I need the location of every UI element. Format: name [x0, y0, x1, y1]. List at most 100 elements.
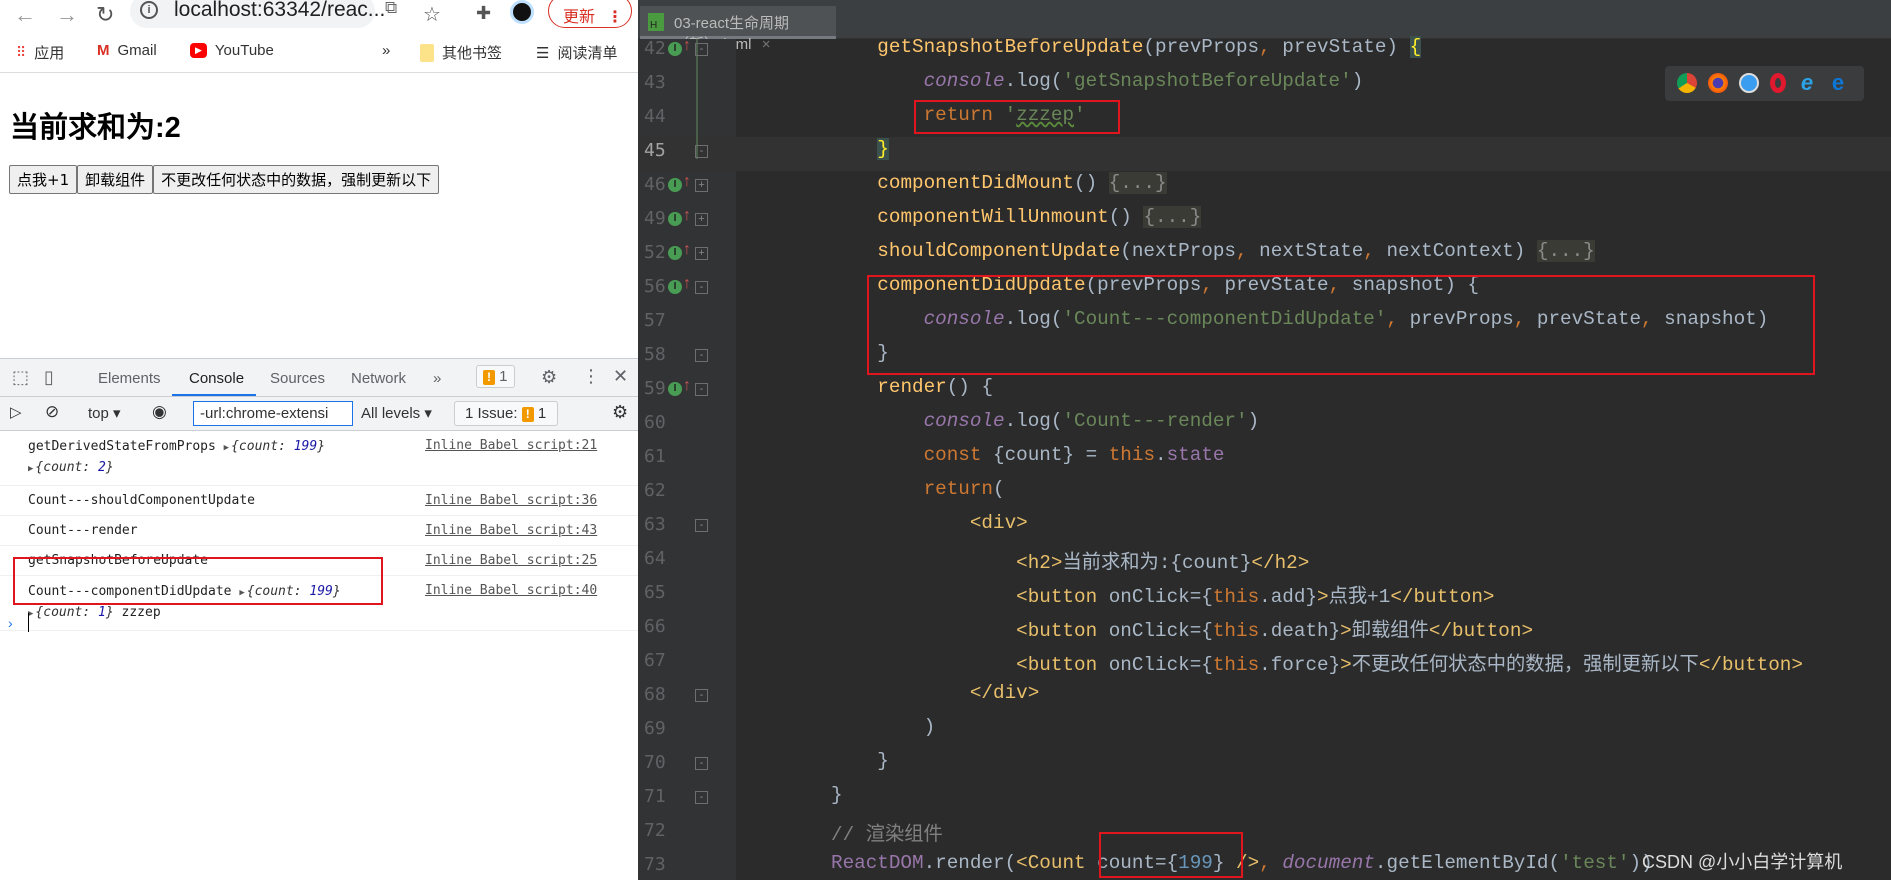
increment-button[interactable]: 点我+1 — [9, 165, 78, 194]
tab-network[interactable]: Network — [351, 370, 406, 387]
device-toggle-icon[interactable]: ▯ — [44, 367, 54, 388]
expand-fold-icon[interactable]: + — [695, 213, 708, 226]
code-line[interactable]: 44 return 'zzzep' — [638, 101, 1891, 135]
tab-sources[interactable]: Sources — [270, 370, 325, 387]
override-arrow-icon[interactable]: ↑ — [683, 377, 691, 395]
code-line[interactable]: 65 <button onClick={this.add}>点我+1</butt… — [638, 577, 1891, 611]
firefox-icon[interactable] — [1708, 73, 1728, 93]
bookmark-apps[interactable]: ⠿ 应用 — [16, 42, 64, 63]
code-line[interactable]: 42 I ↑ - getSnapshotBeforeUpdate(prevProps,… — [638, 33, 1891, 67]
code-line[interactable]: 60 console.log('Count---render') — [638, 407, 1891, 441]
source-link[interactable]: Inline Babel script:21 — [425, 436, 597, 455]
code-line[interactable]: 52 I ↑ + shouldComponentUpdate(nextProps, n… — [638, 237, 1891, 271]
code-line[interactable]: 45 - } — [638, 135, 1891, 169]
tab-elements[interactable]: Elements — [98, 370, 161, 387]
source-link[interactable]: Inline Babel script:40 — [425, 581, 597, 600]
chrome-icon[interactable] — [1677, 73, 1697, 93]
info-icon[interactable]: i — [140, 1, 158, 19]
object-preview[interactable]: ▶ {count: 2} — [28, 460, 114, 475]
implements-gutter-icon[interactable]: I — [668, 42, 682, 56]
override-arrow-icon[interactable]: ↑ — [683, 241, 691, 259]
force-update-button[interactable]: 不更改任何状态中的数据，强制更新以下 — [153, 165, 440, 194]
implements-gutter-icon[interactable]: I — [668, 178, 682, 192]
reading-list[interactable]: ☰ 阅读清单 — [536, 42, 617, 63]
collapse-fold-icon[interactable]: - — [695, 349, 708, 362]
bookmark-youtube[interactable]: ▶ YouTube — [190, 42, 274, 59]
safari-icon[interactable] — [1739, 73, 1759, 93]
console-settings-icon[interactable]: ⚙ — [612, 402, 628, 423]
reload-icon[interactable]: ↻ — [96, 2, 114, 28]
code-line[interactable]: 67 <button onClick={this.force}>不更改任何状态中… — [638, 645, 1891, 679]
code-line[interactable]: 61 const {count} = this.state — [638, 441, 1891, 475]
code-line[interactable]: 72 // 渲染组件 — [638, 815, 1891, 849]
collapse-fold-icon[interactable]: - — [695, 383, 708, 396]
inspect-icon[interactable]: ⬚ — [12, 367, 29, 388]
implements-gutter-icon[interactable]: I — [668, 246, 682, 260]
bookmarks-overflow[interactable]: » — [382, 42, 390, 59]
tab-console[interactable]: Console — [189, 370, 244, 387]
url-text[interactable]: localhost:63342/reac... — [174, 0, 385, 22]
code-line[interactable]: 71 -} — [638, 781, 1891, 815]
bookmark-gmail[interactable]: M Gmail — [97, 42, 157, 59]
code-text: } — [831, 750, 889, 772]
override-arrow-icon[interactable]: ↑ — [683, 275, 691, 293]
unmount-button[interactable]: 卸载组件 — [77, 165, 154, 194]
profile-avatar[interactable] — [510, 0, 534, 24]
source-link[interactable]: Inline Babel script:36 — [425, 491, 597, 510]
code-line[interactable]: 46 I ↑ + componentDidMount() {...} — [638, 169, 1891, 203]
collapse-fold-icon[interactable]: - — [695, 689, 708, 702]
forward-icon[interactable]: → — [56, 2, 78, 28]
object-preview[interactable]: ▶ {count: 199} — [224, 439, 325, 454]
collapse-fold-icon[interactable]: - — [695, 281, 708, 294]
issues-badge[interactable]: ! 1 — [476, 365, 515, 388]
code-line[interactable]: 63 - <div> — [638, 509, 1891, 543]
more-options-icon[interactable]: ⋮ — [582, 366, 600, 387]
expand-fold-icon[interactable]: + — [695, 179, 708, 192]
update-button[interactable]: 更新 ⋮ — [548, 0, 632, 28]
code-token: > — [1317, 586, 1329, 608]
settings-icon[interactable]: ⚙ — [541, 367, 557, 388]
implements-gutter-icon[interactable]: I — [668, 212, 682, 226]
issues-button[interactable]: 1 Issue: ! 1 — [454, 401, 558, 426]
live-expression-eye-icon[interactable]: ◉ — [152, 402, 167, 422]
edge-icon[interactable]: e — [1828, 72, 1848, 94]
sidebar-toggle-icon[interactable]: ▷ — [10, 403, 22, 421]
code-line[interactable]: 64 <h2>当前求和为:{count}</h2> — [638, 543, 1891, 577]
object-preview[interactable]: ▶ {count: 1} — [28, 605, 114, 620]
source-link[interactable]: Inline Babel script:43 — [425, 521, 597, 540]
code-line[interactable]: 70 - } — [638, 747, 1891, 781]
code-line[interactable]: 69 ) — [638, 713, 1891, 747]
close-icon[interactable]: ✕ — [613, 366, 628, 387]
code-line[interactable]: 49 I ↑ + componentWillUnmount() {...} — [638, 203, 1891, 237]
clear-console-icon[interactable]: ⊘ — [45, 402, 59, 422]
opera-icon[interactable] — [1770, 73, 1786, 93]
override-arrow-icon[interactable]: ↑ — [683, 173, 691, 191]
bookmark-star-icon[interactable]: ☆ — [423, 2, 441, 27]
expand-fold-icon[interactable]: + — [695, 247, 708, 260]
more-tabs[interactable]: » — [433, 370, 441, 387]
implements-gutter-icon[interactable]: I — [668, 280, 682, 294]
code-line[interactable]: 62 return( — [638, 475, 1891, 509]
bookmark-other[interactable]: 其他书签 — [420, 42, 502, 63]
address-bar[interactable]: i localhost:63342/reac... ⧉ — [130, 0, 397, 28]
ie-icon[interactable]: e — [1797, 72, 1817, 94]
collapse-fold-icon[interactable]: - — [695, 791, 708, 804]
collapse-fold-icon[interactable]: - — [695, 145, 708, 158]
source-link[interactable]: Inline Babel script:25 — [425, 551, 597, 570]
override-arrow-icon[interactable]: ↑ — [683, 37, 691, 55]
override-arrow-icon[interactable]: ↑ — [683, 207, 691, 225]
collapse-fold-icon[interactable]: - — [695, 519, 708, 532]
console-input[interactable] — [28, 613, 29, 632]
code-line[interactable]: 68 - </div> — [638, 679, 1891, 713]
collapse-fold-icon[interactable]: - — [695, 757, 708, 770]
extensions-icon[interactable]: ✚ — [476, 3, 491, 24]
translate-icon[interactable]: ⧉ — [385, 0, 397, 18]
back-icon[interactable]: ← — [14, 2, 36, 28]
code-line[interactable]: 59 I ↑ - render() { — [638, 373, 1891, 407]
code-line[interactable]: 66 <button onClick={this.death}>卸载组件</bu… — [638, 611, 1891, 645]
collapse-fold-icon[interactable]: - — [695, 43, 708, 56]
log-levels-select[interactable]: All levels ▾ — [361, 404, 432, 422]
context-select[interactable]: top ▾ — [88, 404, 121, 422]
implements-gutter-icon[interactable]: I — [668, 382, 682, 396]
filter-input[interactable]: -url:chrome-extensi — [193, 401, 353, 426]
